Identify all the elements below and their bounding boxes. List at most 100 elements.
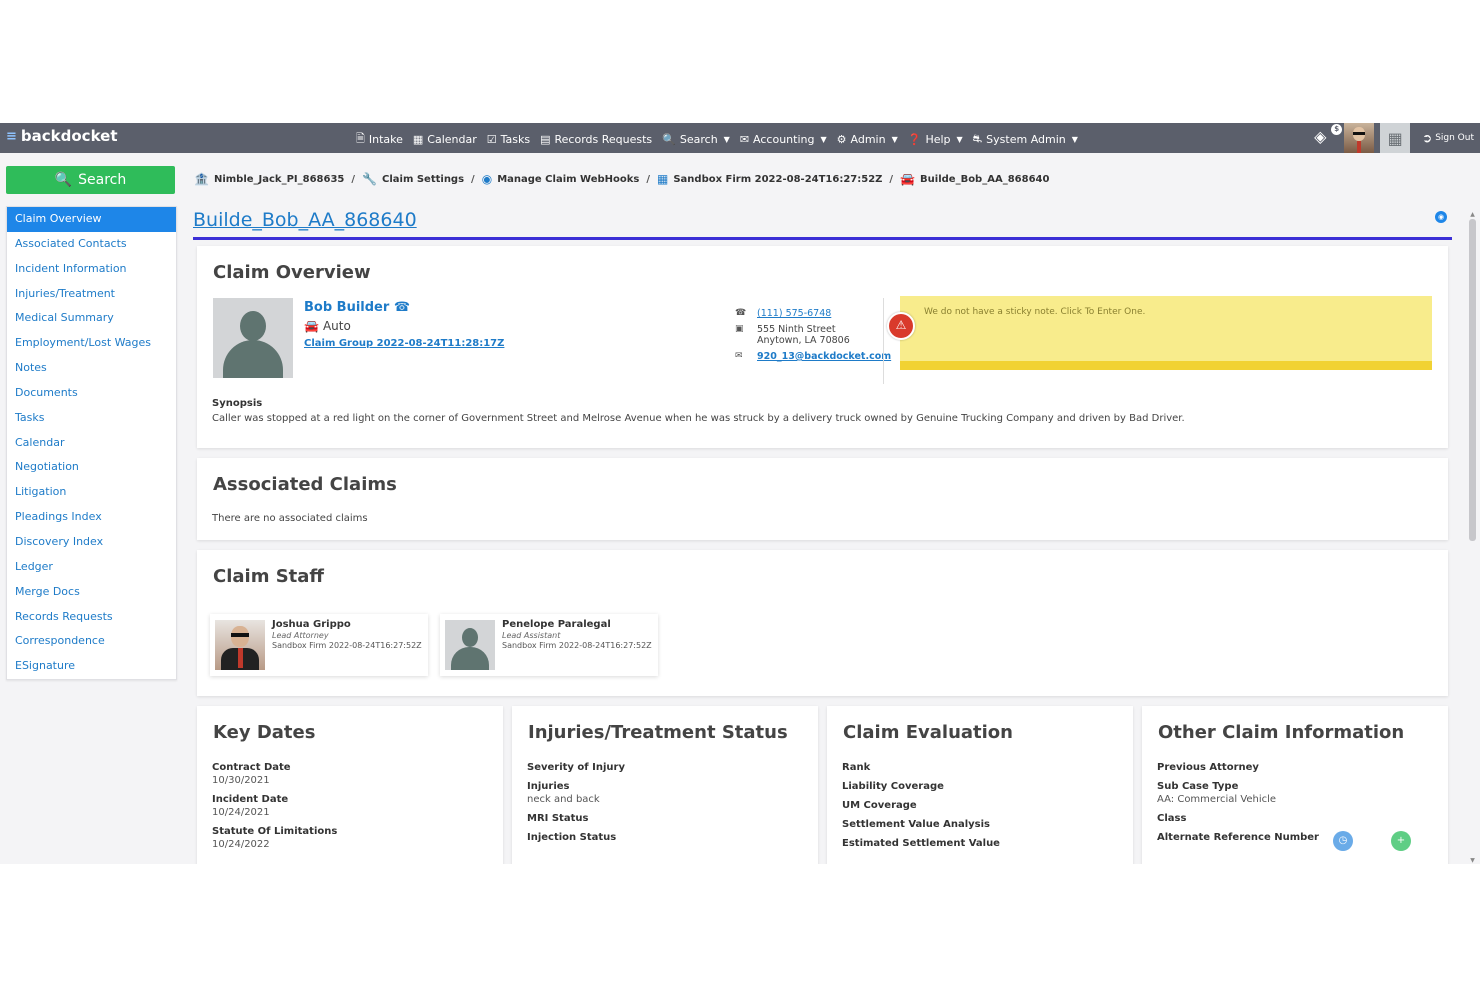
sidebar-item-esignature[interactable]: ESignature [7, 654, 176, 679]
top-navbar: ≡ backdocket 🗎 Intake ▦ Calendar ☑ Tasks ▤ R… [0, 123, 1480, 153]
sidebar-item-notes[interactable]: Notes [7, 356, 176, 381]
caret-down-icon: ▼ [723, 135, 730, 144]
bank-icon: 🏦 [194, 172, 209, 186]
sidebar-item-correspondence[interactable]: Correspondence [7, 629, 176, 654]
nav-tasks[interactable]: ☑ Tasks [487, 133, 530, 146]
nav-label: Help [925, 133, 951, 146]
sidebar-item-litigation[interactable]: Litigation [7, 480, 176, 505]
scroll-thumb[interactable] [1469, 219, 1476, 541]
nav-search[interactable]: 🔍 Search ▼ [662, 133, 730, 146]
sticky-note[interactable]: We do not have a sticky note. Click To E… [900, 296, 1432, 370]
address-line1: 555 Ninth Street [757, 324, 836, 335]
staff-member-card[interactable]: Joshua Grippo Lead Attorney Sandbox Firm… [210, 614, 428, 676]
claim-group-link[interactable]: Claim Group 2022-08-24T11:28:17Z [304, 338, 504, 349]
breadcrumb-separator: / [646, 173, 651, 185]
sidebar-item-ledger[interactable]: Ledger [7, 555, 176, 580]
nav-records-requests[interactable]: ▤ Records Requests [540, 133, 652, 146]
claim-title-link[interactable]: Builde_Bob_AA_868640 [193, 209, 417, 231]
synopsis-text: Caller was stopped at a red light on the… [212, 413, 1185, 424]
client-type-label: Auto [322, 319, 351, 333]
brand-name: backdocket [20, 127, 118, 145]
main-menu: 🗎 Intake ▦ Calendar ☑ Tasks ▤ Records Reques… [356, 130, 1078, 149]
nav-label: Records Requests [554, 133, 653, 146]
key-dates-heading: Key Dates [213, 722, 316, 743]
sidebar-item-negotiation[interactable]: Negotiation [7, 455, 176, 480]
claim-overview-card: Claim Overview Bob Builder ☎ 🚘 Auto Claim… [197, 246, 1448, 448]
nav-label: Intake [368, 133, 403, 146]
building-icon: ▦ [657, 172, 669, 186]
sidebar-item-calendar[interactable]: Calendar [7, 431, 176, 456]
sign-out-button[interactable]: ➲ Sign Out [1422, 131, 1474, 145]
staff-member-card[interactable]: Penelope Paralegal Lead Assistant Sandbo… [440, 614, 658, 676]
breadcrumb-separator: / [889, 173, 894, 185]
sidebar-item-incident-information[interactable]: Incident Information [7, 257, 176, 282]
webhook-rss-icon[interactable]: ◉ [1435, 211, 1447, 223]
claim-evaluation-heading: Claim Evaluation [843, 722, 1013, 743]
nav-label: Tasks [500, 133, 531, 146]
nav-calendar[interactable]: ▦ Calendar [413, 133, 477, 146]
sidebar-item-employment-lost-wages[interactable]: Employment/Lost Wages [7, 331, 176, 356]
search-icon: 🔍 [662, 133, 676, 146]
sidebar-item-associated-contacts[interactable]: Associated Contacts [7, 232, 176, 257]
sidebar-item-claim-overview[interactable]: Claim Overview [7, 207, 176, 232]
client-email-link[interactable]: 920_13@backdocket.com [757, 351, 891, 362]
clock-fab-button[interactable]: ◷ [1333, 831, 1353, 851]
search-button-label: Search [78, 172, 127, 188]
plus-icon: + [1396, 835, 1406, 846]
field-label: Statute Of Limitations [212, 826, 338, 837]
nav-accounting[interactable]: ✉ Accounting ▼ [740, 133, 827, 146]
staff-photo [215, 620, 265, 670]
field-label: Severity of Injury [527, 762, 625, 773]
clock-icon: ◷ [1338, 835, 1348, 846]
sidebar-nav: Claim Overview Associated Contacts Incid… [6, 206, 177, 681]
sidebar-item-merge-docs[interactable]: Merge Docs [7, 580, 176, 605]
field-label: Injection Status [527, 832, 617, 843]
nav-admin[interactable]: ⚙ Admin ▼ [837, 133, 898, 146]
caret-down-icon: ▼ [956, 135, 963, 144]
menu-icon[interactable]: ≡ [6, 129, 17, 144]
breadcrumb-link-claim-settings[interactable]: Claim Settings [382, 174, 464, 185]
piggy-bank-icon[interactable]: ◈ $ [1314, 124, 1343, 149]
sidebar-item-medical-summary[interactable]: Medical Summary [7, 306, 176, 331]
client-name-link[interactable]: Bob Builder ☎ [304, 300, 410, 315]
breadcrumb-link-firm[interactable]: Sandbox Firm 2022-08-24T16:27:52Z [673, 174, 882, 185]
search-icon: 🔍 [54, 172, 73, 188]
firm-building-icon[interactable]: ▦ [1380, 123, 1411, 153]
claim-evaluation-card: Claim Evaluation Rank Liability Coverage… [827, 706, 1133, 864]
client-phone-link[interactable]: (111) 575-6748 [757, 308, 831, 319]
nav-system-admin[interactable]: ⛐ System Admin ▼ [973, 132, 1078, 147]
warning-icon[interactable]: ⚠ [887, 312, 915, 340]
field-label: Settlement Value Analysis [842, 819, 990, 830]
field-value: neck and back [527, 794, 600, 805]
breadcrumb-link-client[interactable]: Nimble_Jack_PI_868635 [214, 174, 344, 185]
nav-intake[interactable]: 🗎 Intake [356, 130, 403, 149]
nav-help[interactable]: ❓ Help ▼ [908, 133, 963, 146]
sidebar-item-documents[interactable]: Documents [7, 381, 176, 406]
other-claim-info-heading: Other Claim Information [1158, 722, 1405, 743]
add-fab-button[interactable]: + [1391, 831, 1411, 851]
breadcrumb-link-webhooks[interactable]: Manage Claim WebHooks [497, 174, 639, 185]
wrench-icon: 🔧 [362, 172, 377, 186]
piggy-badge: $ [1331, 124, 1343, 135]
key-dates-card: Key Dates Contract Date 10/30/2021 Incid… [197, 706, 503, 864]
scroll-up-icon[interactable]: ▲ [1468, 211, 1477, 218]
accounting-icon: ✉ [739, 133, 750, 146]
calendar-icon: ▦ [412, 133, 424, 146]
sidebar-item-tasks[interactable]: Tasks [7, 406, 176, 431]
sidebar-item-records-requests[interactable]: Records Requests [7, 605, 176, 630]
user-avatar[interactable] [1344, 123, 1375, 153]
scroll-down-icon[interactable]: ▼ [1468, 857, 1477, 864]
nav-label: Calendar [427, 133, 477, 146]
associated-claims-empty: There are no associated claims [212, 513, 368, 524]
field-value: 10/24/2021 [212, 807, 270, 818]
page-scrollbar[interactable]: ▲ ▼ [1468, 211, 1477, 864]
nav-label: Search [679, 133, 718, 146]
gear-icon: ⚙ [836, 133, 847, 146]
sidebar-search-button[interactable]: 🔍 Search [6, 166, 175, 194]
sidebar-item-discovery-index[interactable]: Discovery Index [7, 530, 176, 555]
app-window: ≡ backdocket 🗎 Intake ▦ Calendar ☑ Tasks ▤ R… [0, 123, 1480, 864]
sidebar-item-injuries-treatment[interactable]: Injuries/Treatment [7, 282, 176, 307]
brand-logo[interactable]: ≡ backdocket [6, 127, 117, 145]
sidebar-item-pleadings-index[interactable]: Pleadings Index [7, 505, 176, 530]
nav-label: System Admin [986, 133, 1066, 146]
